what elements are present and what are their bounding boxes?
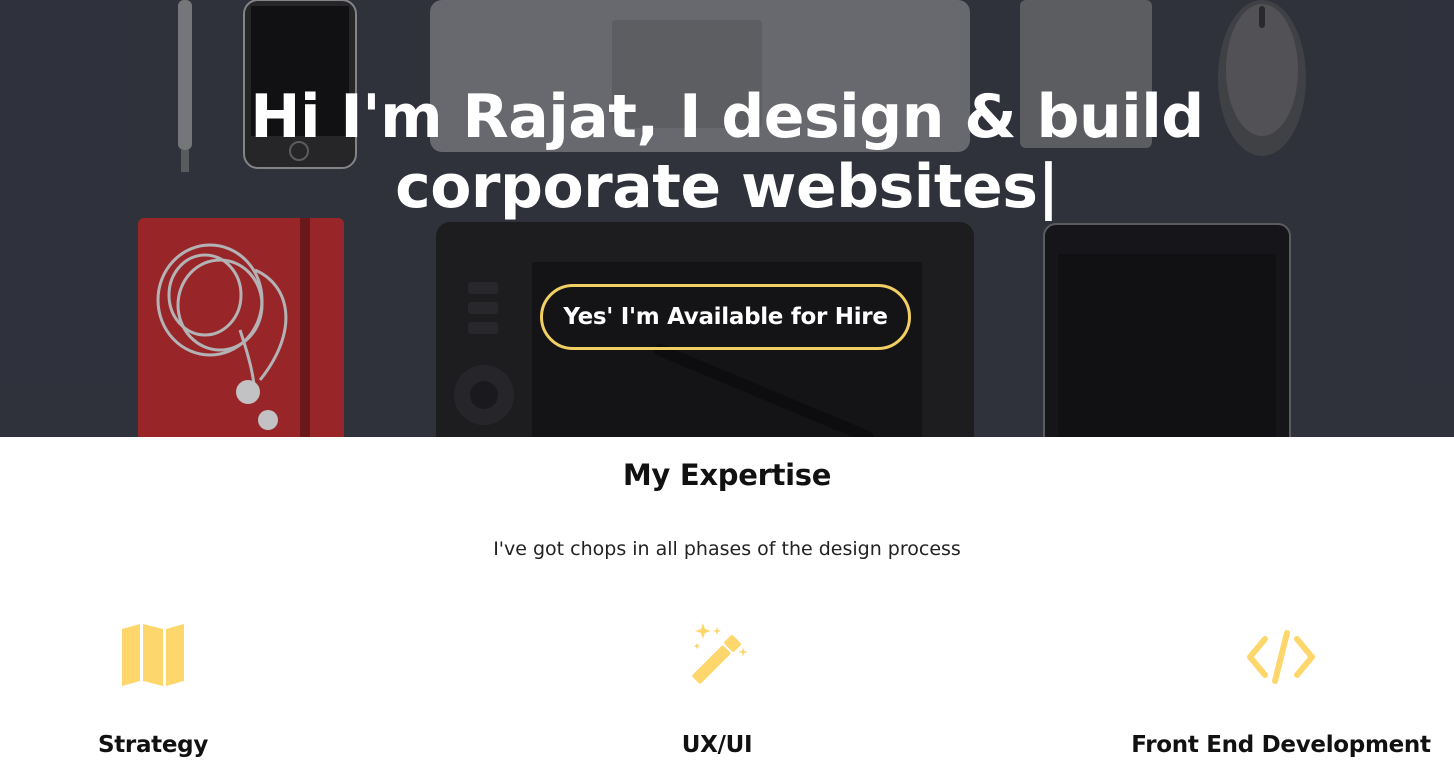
skill-label: UX/UI	[681, 732, 753, 758]
code-icon	[1247, 630, 1315, 684]
skill-strategy: Strategy	[3, 615, 303, 758]
hero-title: Hi I'm Rajat, I design & build corporate…	[0, 82, 1454, 222]
typing-cursor: |	[1037, 152, 1059, 222]
hero-section: Hi I'm Rajat, I design & build corporate…	[0, 0, 1454, 437]
skill-ux-ui: UX/UI	[567, 615, 867, 758]
available-for-hire-button[interactable]: Yes' I'm Available for Hire	[540, 284, 911, 350]
skill-front-end-development: Front End Development	[1131, 615, 1431, 758]
skill-label: Front End Development	[1131, 732, 1431, 758]
magic-wand-icon	[692, 623, 748, 684]
hero-title-line-1: Hi I'm Rajat, I design & build	[250, 82, 1204, 152]
hero-title-typed-text: corporate websites	[395, 152, 1038, 222]
skill-label: Strategy	[97, 732, 209, 758]
expertise-subtitle: I've got chops in all phases of the desi…	[493, 538, 961, 560]
hero-title-line-2: corporate websites|	[0, 152, 1454, 222]
expertise-heading: My Expertise	[622, 458, 832, 492]
map-icon	[122, 624, 184, 686]
